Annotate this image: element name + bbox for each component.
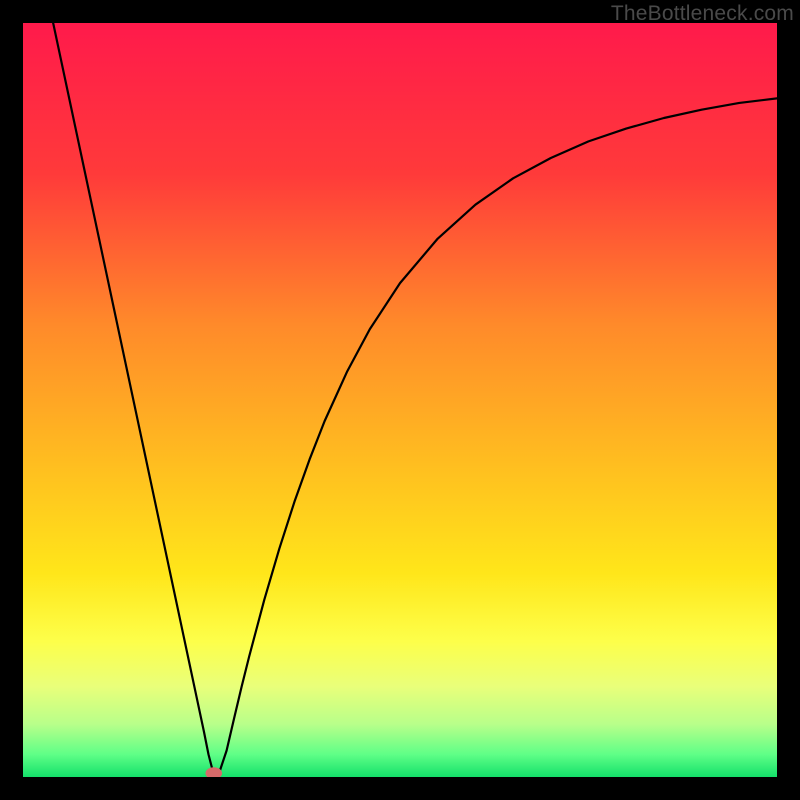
chart-frame bbox=[23, 23, 777, 777]
watermark-text: TheBottleneck.com bbox=[611, 2, 794, 26]
chart-canvas bbox=[23, 23, 777, 777]
gradient-background bbox=[23, 23, 777, 777]
